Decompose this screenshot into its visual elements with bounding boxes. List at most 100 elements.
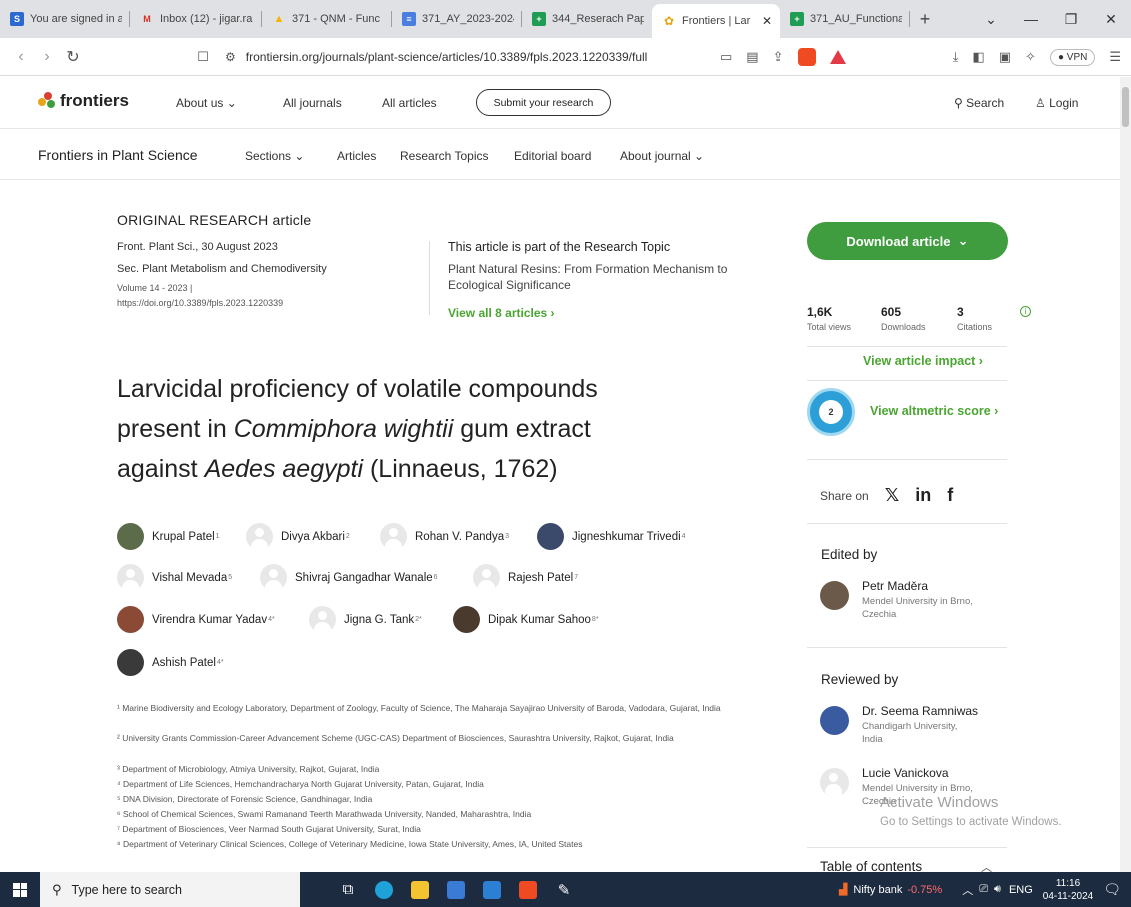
nav-about-journal[interactable]: About journal ⌄	[620, 149, 704, 163]
reviewer[interactable]: Dr. Seema Ramniwas Chandigarh University,…	[820, 704, 978, 746]
tab-search-chevron-icon[interactable]: ⌄	[971, 0, 1011, 38]
volume-icon[interactable]: 🔊︎	[994, 883, 1001, 896]
notifications-icon[interactable]: 🗨︎	[1103, 881, 1121, 898]
language-indicator[interactable]: ENG	[1009, 884, 1033, 896]
minimize-icon[interactable]: —	[1011, 0, 1051, 38]
menu-icon[interactable]: ☰	[1109, 49, 1121, 65]
download-icon[interactable]: ⤓	[953, 49, 959, 65]
site-info-icon[interactable]: ⚙	[225, 50, 236, 64]
browser-tab[interactable]: M Inbox (12) - jigar.ra	[130, 0, 262, 38]
linkedin-icon[interactable]: in	[915, 485, 931, 506]
nav-research-topics[interactable]: Research Topics	[400, 149, 489, 163]
restore-icon[interactable]: ❐	[1051, 0, 1091, 38]
login-button[interactable]: ♙ Login	[1035, 96, 1078, 110]
market-chart-icon: ▟	[838, 884, 848, 896]
chevron-up-icon[interactable]: ︿	[962, 882, 973, 898]
cast-icon[interactable]: ▭	[720, 49, 732, 65]
author[interactable]: Ashish Patel 4*	[117, 649, 224, 676]
browser-tab[interactable]: + 344_Reserach Pape	[522, 0, 652, 38]
frontiers-logo[interactable]: frontiers	[38, 91, 129, 111]
windows-start-button[interactable]	[0, 872, 40, 907]
article-doi[interactable]: https://doi.org/10.3389/fpls.2023.122033…	[117, 298, 283, 308]
author[interactable]: Krupal Patel 1	[117, 523, 220, 550]
extensions-icon[interactable]: ✧	[1025, 49, 1036, 65]
forward-icon[interactable]: ›	[34, 48, 60, 66]
facebook-icon[interactable]: f	[947, 485, 953, 506]
author[interactable]: Shivraj Gangadhar Wanale 6	[260, 564, 438, 591]
wallet-icon[interactable]: ▣	[999, 49, 1011, 65]
page-scrollbar[interactable]	[1120, 77, 1131, 872]
url-text: frontiersin.org/journals/plant-science/a…	[245, 50, 648, 64]
network-icon[interactable]: ⎚	[979, 883, 988, 896]
file-explorer-icon[interactable]	[402, 872, 438, 907]
close-window-icon[interactable]: ✕	[1091, 0, 1131, 38]
affiliation: ⁸ Department of Veterinary Clinical Scie…	[117, 839, 583, 849]
system-tray: ▟ Nifty bank -0.75% ︿ ⎚ 🔊︎ ENG 11:16 04-1…	[839, 872, 1131, 907]
nav-all-journals[interactable]: All journals	[283, 96, 342, 110]
avatar	[117, 606, 144, 633]
editor[interactable]: Petr Maděra Mendel University in Brno, Cze…	[820, 579, 973, 621]
author[interactable]: Jigna G. Tank 2*	[309, 606, 422, 633]
author[interactable]: Dipak Kumar Sahoo 8*	[453, 606, 599, 633]
browser-tab[interactable]: S You are signed in a	[0, 0, 130, 38]
research-topic-title[interactable]: Plant Natural Resins: From Formation Mec…	[448, 261, 728, 293]
table-of-contents-heading[interactable]: Table of contents	[820, 859, 922, 872]
taskbar-search-input[interactable]: ⚲ Type here to search	[40, 872, 300, 907]
bookmark-icon[interactable]: ☐	[190, 49, 216, 65]
share-icon[interactable]: ⇪	[773, 49, 784, 65]
nav-about-us[interactable]: About us ⌄	[176, 96, 237, 110]
journal-name[interactable]: Frontiers in Plant Science	[38, 147, 198, 163]
clock[interactable]: 11:16 04-11-2024	[1043, 877, 1093, 903]
store-icon[interactable]	[438, 872, 474, 907]
browser-tab[interactable]: + 371_AU_Functiona	[780, 0, 910, 38]
author[interactable]: Divya Akbari 2	[246, 523, 350, 550]
web-page: frontiers About us ⌄ All journals All ar…	[0, 77, 1120, 872]
author[interactable]: Rajesh Patel 7	[473, 564, 578, 591]
edge-icon[interactable]	[366, 872, 402, 907]
affiliation: ⁵ DNA Division, Directorate of Forensic …	[117, 794, 373, 804]
paint-icon[interactable]: ✎	[546, 872, 582, 907]
browser-tab[interactable]: ≡ 371_AY_2023-2024	[392, 0, 522, 38]
avatar	[453, 606, 480, 633]
brave-shields-icon[interactable]	[797, 48, 816, 66]
task-view-icon[interactable]: ⧉	[330, 872, 366, 907]
frontiers-icon: ✿	[663, 14, 675, 28]
reload-icon[interactable]: ↻	[60, 47, 86, 67]
nav-editorial-board[interactable]: Editorial board	[514, 149, 591, 163]
vpn-button[interactable]: ● VPN	[1049, 48, 1096, 66]
author[interactable]: Rohan V. Pandya 3	[380, 523, 509, 550]
search-button[interactable]: ⚲ Search	[954, 96, 1004, 110]
nav-all-articles[interactable]: All articles	[382, 96, 437, 110]
share-row: Share on 𝕏 in f	[820, 485, 954, 506]
edited-by-heading: Edited by	[821, 547, 878, 562]
info-icon[interactable]: i	[1020, 306, 1031, 317]
mail-icon[interactable]	[474, 872, 510, 907]
new-tab-icon[interactable]: +	[910, 0, 940, 38]
brave-icon[interactable]	[510, 872, 546, 907]
reviewed-by-heading: Reviewed by	[821, 672, 899, 687]
altmetric-badge-icon[interactable]: 2	[807, 388, 855, 436]
sidebar-icon[interactable]: ◧	[972, 49, 984, 65]
avatar	[309, 606, 336, 633]
view-article-impact-link[interactable]: View article impact ›	[863, 354, 983, 368]
reader-mode-icon[interactable]: ▤	[746, 49, 758, 65]
download-article-button[interactable]: Download article ⌄	[807, 222, 1008, 260]
view-altmetric-score-link[interactable]: View altmetric score ›	[870, 404, 998, 418]
author[interactable]: Virendra Kumar Yadav 4*	[117, 606, 275, 633]
chevron-up-icon[interactable]: ︿	[981, 859, 992, 872]
nav-sections[interactable]: Sections ⌄	[245, 149, 304, 163]
article-section[interactable]: Sec. Plant Metabolism and Chemodiversity	[117, 263, 327, 275]
submit-research-button[interactable]: Submit your research	[476, 89, 611, 116]
view-all-articles-link[interactable]: View all 8 articles ›	[448, 306, 555, 320]
browser-tab[interactable]: ▲ 371 - QNM - Func	[262, 0, 392, 38]
author[interactable]: Jigneshkumar Trivedi 4	[537, 523, 686, 550]
market-widget[interactable]: Nifty bank	[853, 884, 902, 896]
author[interactable]: Vishal Mevada 5	[117, 564, 232, 591]
close-tab-icon[interactable]: ✕	[762, 14, 772, 28]
brave-rewards-icon[interactable]	[829, 50, 846, 64]
address-bar[interactable]: ⚙ frontiersin.org/journals/plant-science…	[225, 44, 765, 70]
nav-articles[interactable]: Articles	[337, 149, 376, 163]
browser-tab-active[interactable]: ✿ Frontiers | Lar ✕	[652, 4, 780, 38]
back-icon[interactable]: ‹	[8, 48, 34, 66]
x-twitter-icon[interactable]: 𝕏	[885, 485, 900, 506]
